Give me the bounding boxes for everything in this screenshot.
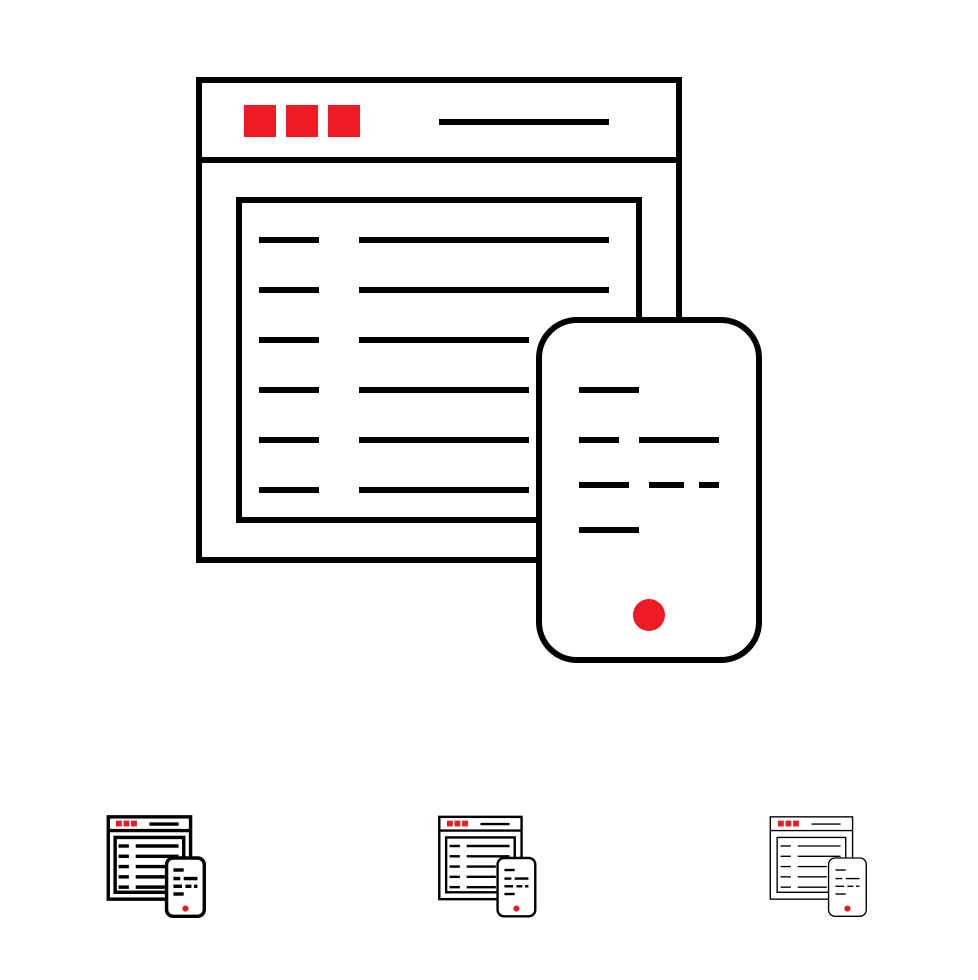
icon-preview-canvas xyxy=(0,0,978,980)
responsive-icon-small-2 xyxy=(429,810,549,930)
responsive-icon-small-3 xyxy=(760,810,880,930)
responsive-icon-large xyxy=(139,40,839,740)
responsive-icon-small-1 xyxy=(98,810,218,930)
